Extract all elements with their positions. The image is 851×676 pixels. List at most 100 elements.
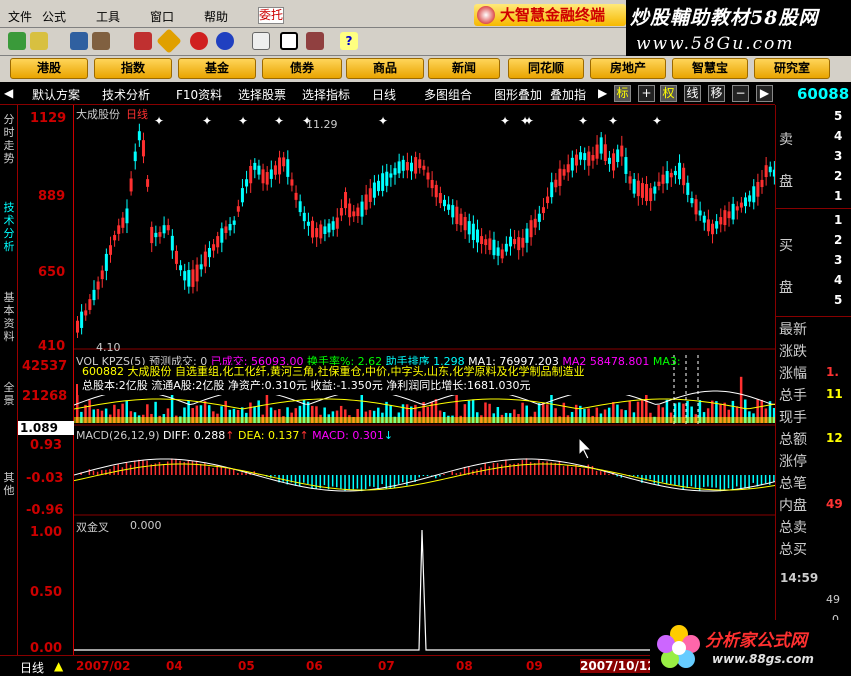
nav-realestate[interactable]: 房地产	[590, 58, 666, 79]
vtab-panorama[interactable]: 全景	[3, 381, 15, 407]
candle	[430, 179, 434, 189]
order-select[interactable]: 委托	[258, 7, 284, 24]
signal-marker: ✦	[578, 114, 588, 128]
nav-news[interactable]: 新闻	[428, 58, 500, 79]
nav-bond[interactable]: 债券	[262, 58, 342, 79]
nav-index[interactable]: 指数	[94, 58, 172, 79]
tab-next-arrow-icon[interactable]: ▶	[598, 86, 607, 100]
candle	[690, 198, 694, 204]
candle	[723, 210, 727, 226]
brand-logo-icon	[477, 6, 495, 24]
candle	[764, 165, 768, 178]
candle	[364, 194, 368, 210]
candle	[216, 236, 220, 248]
candle	[727, 211, 731, 219]
help-pointer-icon[interactable]: ?	[340, 32, 358, 50]
window-icon[interactable]	[280, 32, 298, 50]
candle	[405, 162, 409, 171]
candle	[249, 165, 253, 184]
menu-window[interactable]: 窗口	[150, 8, 174, 25]
tab-prev-arrow-icon[interactable]: ◀	[4, 86, 13, 100]
nav-zhihuibao[interactable]: 智慧宝	[672, 58, 748, 79]
tab-f10[interactable]: F10资料	[176, 86, 222, 103]
board-icon[interactable]	[30, 32, 48, 50]
candle	[302, 212, 306, 222]
crosshair-icon[interactable]: +	[638, 85, 655, 102]
quote-field-label: 总买	[779, 542, 807, 558]
tab-rights[interactable]: 权	[660, 85, 677, 102]
vtab-other[interactable]: 其他	[3, 471, 15, 497]
candle	[311, 220, 315, 238]
nav-research[interactable]: 研究室	[754, 58, 830, 79]
books-icon[interactable]	[306, 32, 324, 50]
nav-ths[interactable]: 同花顺	[508, 58, 584, 79]
price-tick-4: 410	[38, 339, 66, 354]
document-icon[interactable]	[252, 32, 270, 50]
signal-marker: ✦	[274, 114, 284, 128]
tab-tech-analysis[interactable]: 技术分析	[102, 86, 150, 103]
left-vertical-tabs: 分时走势 技术分析 基本资料 全景 其他	[0, 105, 18, 655]
candle	[278, 157, 282, 175]
tab-daily[interactable]: 日线	[372, 86, 396, 103]
macd-tick-3: -0.96	[26, 503, 64, 518]
candle	[735, 206, 739, 211]
candle	[521, 237, 525, 248]
vtab-basic-info[interactable]: 基本资料	[3, 291, 15, 343]
candle	[228, 224, 232, 231]
candle	[414, 157, 418, 174]
candle	[451, 205, 455, 218]
nav-fund[interactable]: 基金	[178, 58, 256, 79]
vtab-tech-analysis[interactable]: 技术分析	[3, 201, 15, 253]
price-tick-3: 650	[38, 265, 66, 280]
tab-overlay[interactable]: 图形叠加	[494, 86, 542, 103]
candle	[673, 170, 677, 176]
people-icon[interactable]	[92, 32, 110, 50]
signal-marker: ✦	[652, 114, 662, 128]
buy-book: 买 盘 1 2 3 4 5	[776, 209, 851, 317]
scroll-right-icon[interactable]: ▶	[756, 85, 773, 102]
candle	[381, 173, 385, 191]
red-ball-icon[interactable]	[190, 32, 208, 50]
tab-select-indicator[interactable]: 选择指标	[302, 86, 350, 103]
flag-icon[interactable]	[134, 32, 152, 50]
menu-help[interactable]: 帮助	[204, 8, 228, 25]
candle	[587, 151, 591, 166]
nav-hk-stocks[interactable]: 港股	[10, 58, 88, 79]
period-label: 日线	[126, 108, 148, 121]
menu-file[interactable]: 文件	[8, 8, 32, 25]
minus-icon[interactable]: −	[732, 85, 749, 102]
binoculars-icon[interactable]	[70, 32, 88, 50]
candle	[108, 245, 112, 255]
tab-mark[interactable]: 标	[614, 85, 631, 102]
candle	[546, 196, 550, 204]
candle	[389, 173, 393, 178]
candle	[401, 159, 405, 171]
nav-commodity[interactable]: 商品	[346, 58, 424, 79]
x-tick-7: 2007/10/12	[580, 659, 656, 673]
menu-tools[interactable]: 工具	[96, 8, 120, 25]
menu-formula[interactable]: 公式	[42, 8, 66, 25]
candle	[533, 218, 537, 228]
x-period-label[interactable]: 日线	[20, 659, 44, 676]
x-tick-0: 2007/02	[76, 659, 131, 673]
candle	[76, 320, 79, 333]
candle	[261, 169, 265, 184]
vtab-timeshare[interactable]: 分时走势	[3, 113, 15, 165]
tab-line[interactable]: 线	[684, 85, 701, 102]
sell-level-5: 5	[834, 109, 843, 123]
diamond-icon[interactable]	[156, 28, 182, 54]
market-icon[interactable]	[8, 32, 26, 50]
candle	[554, 179, 558, 188]
blue-ball-icon[interactable]	[216, 32, 234, 50]
candle	[698, 210, 702, 216]
scale-box: 1.089	[18, 421, 74, 435]
tab-select-stock[interactable]: 选择股票	[238, 86, 286, 103]
tab-default-scheme[interactable]: 默认方案	[32, 86, 80, 103]
tab-overlay-indicator[interactable]: 叠加指	[550, 86, 586, 103]
period-triangle-icon[interactable]: ▲	[54, 659, 63, 673]
tab-multi-chart[interactable]: 多图组合	[424, 86, 472, 103]
tab-move[interactable]: 移	[708, 85, 725, 102]
candle	[640, 183, 644, 198]
candle	[298, 201, 302, 213]
candle	[442, 199, 446, 207]
